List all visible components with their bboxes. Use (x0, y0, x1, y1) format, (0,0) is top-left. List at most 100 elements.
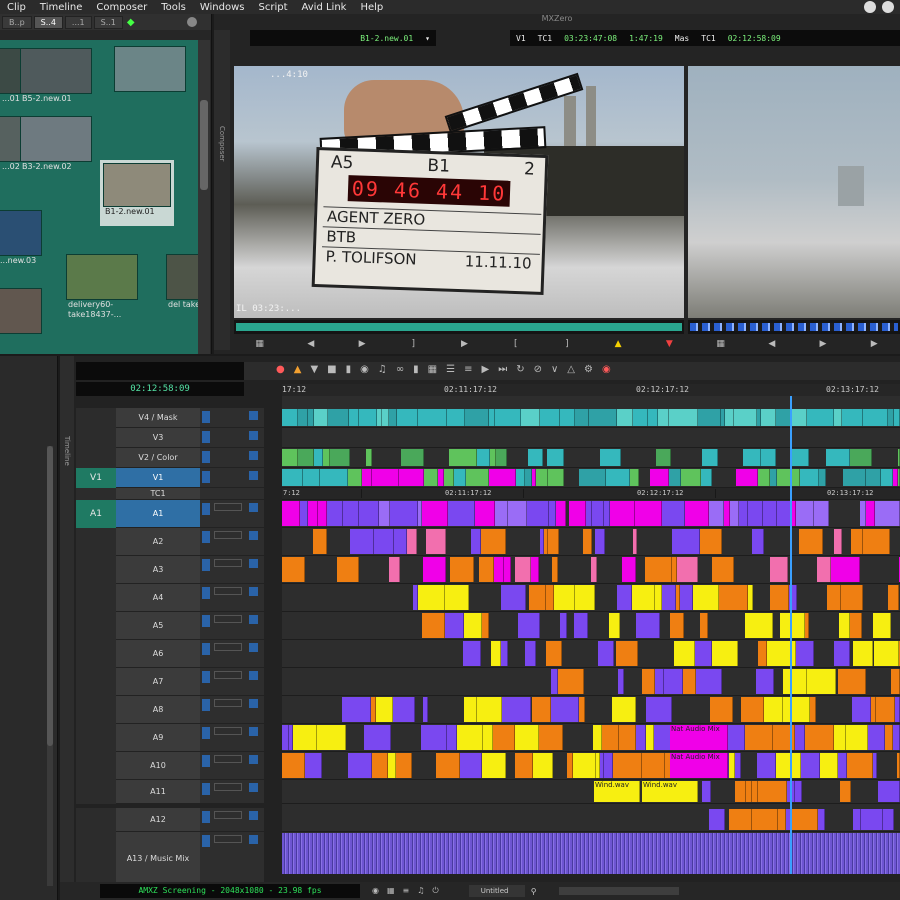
timeline-clip[interactable] (612, 697, 636, 722)
timeline-clip[interactable] (518, 613, 540, 638)
edit-icon[interactable] (202, 451, 210, 463)
timeline-clip[interactable] (791, 409, 807, 426)
track-lock-icon[interactable] (249, 471, 258, 480)
track-monitor-button[interactable] (76, 832, 116, 886)
bin-tab[interactable]: S..1 (93, 15, 123, 29)
timeline-clip[interactable] (494, 557, 504, 582)
track-header[interactable]: V2 / Color (76, 448, 264, 468)
timeline-clip[interactable] (575, 409, 589, 426)
timeline-clip[interactable] (642, 753, 665, 778)
timeline-clip[interactable] (609, 613, 620, 638)
track-monitor-button[interactable] (76, 488, 116, 500)
timeline-clip[interactable] (481, 529, 506, 554)
timeline-clip[interactable] (464, 613, 482, 638)
timeline-clip[interactable] (575, 585, 595, 610)
timeline-clip[interactable] (516, 469, 525, 486)
timeline-clip[interactable] (549, 501, 556, 526)
timeline-clip[interactable] (778, 809, 786, 830)
timeline-clip[interactable] (730, 501, 739, 526)
track-name[interactable]: A7 (116, 668, 200, 696)
volume-control[interactable] (214, 559, 242, 567)
timeline-clip[interactable] (350, 529, 374, 554)
timeline-clip[interactable] (777, 469, 800, 486)
track-lock-icon[interactable] (249, 727, 258, 736)
timeline-clip[interactable] (359, 501, 379, 526)
timeline-clip[interactable] (569, 501, 586, 526)
timeline-clip[interactable] (683, 669, 696, 694)
timeline-clip[interactable] (282, 501, 300, 526)
timeline-clip[interactable] (636, 613, 660, 638)
track-monitor-button[interactable]: A1 (76, 500, 116, 528)
timeline-clip[interactable] (791, 449, 809, 466)
audio-icon[interactable]: ♫ (417, 886, 424, 896)
timeline-clip[interactable] (636, 725, 646, 750)
mas-tc-label[interactable]: TC1 (701, 34, 715, 43)
track-header[interactable]: A6 (76, 640, 264, 668)
timeline-clip[interactable] (546, 641, 562, 666)
timeline-clip[interactable] (466, 469, 489, 486)
timeline-clip[interactable] (850, 449, 872, 466)
timeline-clip[interactable] (558, 669, 584, 694)
timeline-clip[interactable] (327, 501, 343, 526)
track-name[interactable]: V3 (116, 428, 200, 448)
track-monitor-button[interactable] (76, 448, 116, 468)
track-header[interactable]: A13 / Music Mix (76, 832, 264, 886)
menu-clip[interactable]: Clip (0, 2, 33, 13)
timeline-clip[interactable] (349, 409, 359, 426)
timeline-clip[interactable] (496, 449, 507, 466)
timeline-clip[interactable] (483, 725, 493, 750)
menu-script[interactable]: Script (251, 2, 294, 13)
track-monitor-button[interactable] (76, 724, 116, 752)
timeline-clip[interactable] (840, 781, 851, 802)
timeline-clip[interactable] (633, 529, 637, 554)
timeline-clip[interactable] (445, 613, 464, 638)
bin-tab[interactable]: S..4 (33, 15, 63, 29)
timeline-clip[interactable] (282, 409, 298, 426)
timeline-clip[interactable] (796, 641, 814, 666)
timeline-clip[interactable] (528, 449, 543, 466)
timeline-clip[interactable] (875, 501, 900, 526)
menu-timeline[interactable]: Timeline (33, 2, 90, 13)
timeline-clip[interactable] (495, 409, 521, 426)
play-icon[interactable]: ▶ (816, 339, 830, 349)
timeline-clip[interactable] (834, 641, 850, 666)
timeline-clip[interactable] (702, 449, 718, 466)
timeline-clip[interactable] (681, 469, 701, 486)
timeline-clip[interactable] (748, 585, 753, 610)
timeline-clip[interactable] (757, 753, 776, 778)
track-name[interactable]: A2 (116, 528, 200, 556)
lift-icon[interactable]: ▲ (294, 364, 302, 375)
timeline-clip[interactable] (839, 613, 850, 638)
volume-control[interactable] (214, 643, 242, 651)
timeline-clip[interactable] (670, 613, 684, 638)
timeline-clip[interactable] (846, 725, 868, 750)
grid-icon[interactable]: ▦ (428, 364, 437, 375)
timeline-clip[interactable] (556, 501, 566, 526)
timeline-clip[interactable] (348, 753, 372, 778)
track-lane[interactable]: Nat Audio Mix (282, 752, 900, 780)
bin-clip[interactable]: ... (0, 288, 42, 350)
track-lock-icon[interactable] (249, 755, 258, 764)
track-monitor-button[interactable] (76, 808, 116, 832)
zoom-slider[interactable] (558, 887, 679, 895)
timeline-clip[interactable] (763, 501, 777, 526)
timeline-clip[interactable] (546, 585, 554, 610)
timeline-clip[interactable] (878, 781, 900, 802)
timeline-clip[interactable] (359, 409, 377, 426)
timeline-clip[interactable] (323, 449, 330, 466)
timeline-clip[interactable] (780, 613, 805, 638)
track-name[interactable]: A9 (116, 724, 200, 752)
track-name[interactable]: V4 / Mask (116, 408, 200, 428)
timeline-clip[interactable] (820, 753, 838, 778)
timeline-clip[interactable] (807, 409, 834, 426)
fast-menu-icon[interactable]: ☰ (446, 364, 455, 375)
timeline-clip[interactable] (800, 469, 819, 486)
timeline-clip[interactable] (482, 753, 506, 778)
track-label[interactable]: V1 (516, 34, 526, 43)
lock-icon[interactable]: ◆ (127, 17, 135, 28)
track-lane[interactable]: Nat Audio Mix (282, 724, 900, 752)
timeline-clip[interactable] (547, 449, 564, 466)
audio-icon[interactable]: ♫ (378, 364, 387, 375)
timeline-clip[interactable] (805, 613, 809, 638)
extract-icon[interactable]: ▼ (310, 364, 318, 375)
